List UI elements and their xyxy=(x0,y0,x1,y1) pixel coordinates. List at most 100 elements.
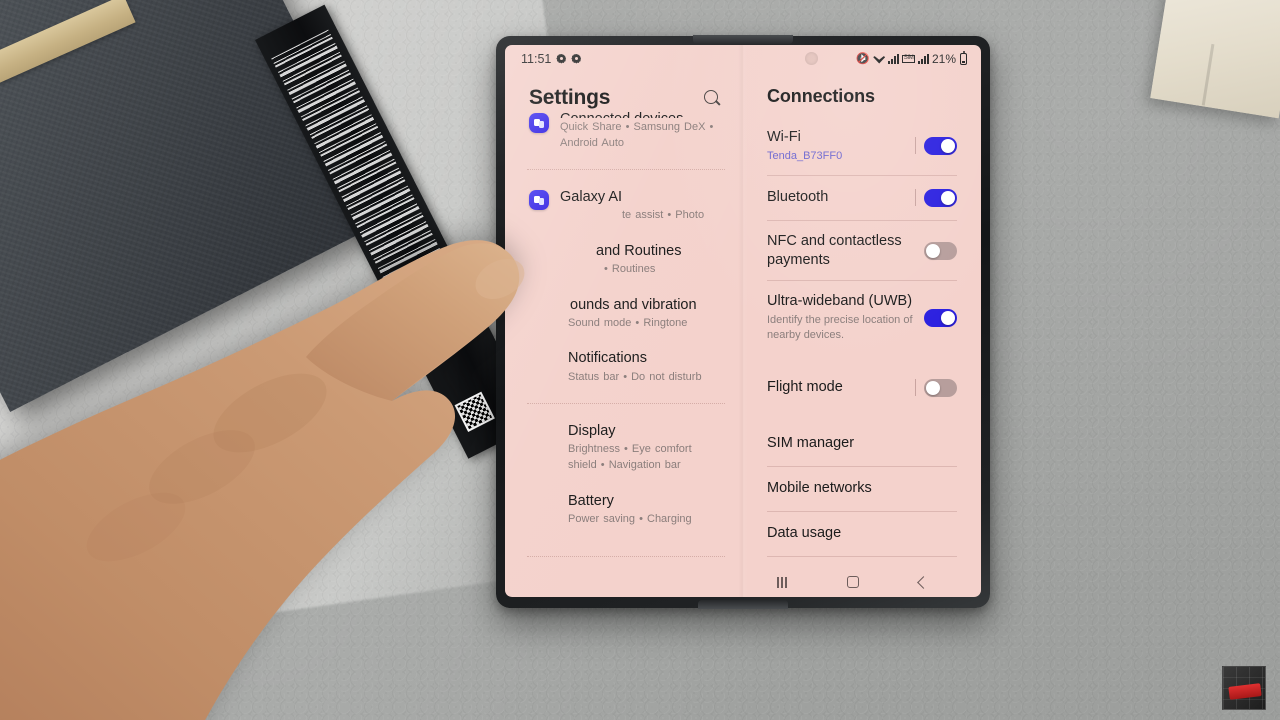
row-title: Wi-Fi xyxy=(767,129,801,145)
connections-row-wifi[interactable]: Wi-Fi Tenda_B73FF0 xyxy=(761,117,959,175)
settings-item-subtitle: • Routines xyxy=(604,263,656,276)
row-text: Bluetooth xyxy=(767,188,828,207)
settings-divider xyxy=(527,556,725,558)
battery-percent-label: 21% xyxy=(931,51,956,66)
settings-item-subtitle: Sound mode • Ringtone xyxy=(568,316,688,329)
front-camera-punch-hole xyxy=(804,52,818,65)
settings-item-subtitle: Brightness • Eye comfort shield • Naviga… xyxy=(568,443,692,471)
row-title: Mobile networks xyxy=(767,480,872,497)
hinge-notch-bottom xyxy=(698,600,788,609)
settings-item-notifications[interactable]: Notifications Status bar • Do not distur… xyxy=(527,340,727,394)
row-text: Flight mode xyxy=(767,378,843,397)
watermark-thumbnail xyxy=(1222,666,1266,710)
settings-item-subtitle: Power saving • Charging xyxy=(568,512,692,525)
hinge-notch-top xyxy=(693,35,793,44)
mute-icon: 🔇 xyxy=(856,53,871,65)
page-title: Settings xyxy=(529,86,611,109)
settings-item-text: Battery Power saving • Charging xyxy=(560,492,723,528)
toggle-group xyxy=(915,188,957,207)
connections-header: Connections xyxy=(761,72,959,117)
settings-item-display[interactable]: Display Brightness • Eye comfort shield … xyxy=(527,413,727,482)
home-icon[interactable] xyxy=(846,576,859,588)
nfc-toggle[interactable] xyxy=(924,241,957,260)
settings-item-text: Notifications Status bar • Do not distur… xyxy=(560,349,723,385)
settings-item-text: ounds and vibration Sound mode • Rington… xyxy=(560,296,723,332)
battery-icon xyxy=(960,51,967,65)
device-screen: 11:51 🔇 SIM 21% Settings Quick Share • S… xyxy=(505,45,981,597)
connections-row-uwb[interactable]: Ultra-wideband (UWB) Identify the precis… xyxy=(761,281,959,354)
wifi-icon xyxy=(873,54,885,64)
toggle-knob xyxy=(926,243,940,258)
toggle-group xyxy=(924,308,957,327)
connections-row-nfc[interactable]: NFC and contactless payments xyxy=(761,221,959,281)
sim-badge-icon: SIM xyxy=(902,54,915,63)
flight-mode-toggle[interactable] xyxy=(924,378,957,397)
connections-row-flight-mode[interactable]: Flight mode xyxy=(761,366,959,410)
toggle-separator xyxy=(915,137,916,155)
recents-icon[interactable] xyxy=(777,576,787,588)
foldable-phone-device: 11:51 🔇 SIM 21% Settings Quick Share • S… xyxy=(496,35,990,609)
row-title: SIM manager xyxy=(767,435,855,452)
settings-item-text: Connected devices Quick Share • Samsung … xyxy=(560,111,723,151)
settings-item-subtitle: Quick Share • Samsung DeX • Android Auto xyxy=(560,121,714,149)
row-subtitle: Identify the precise location of nearby … xyxy=(767,314,913,342)
settings-item-text: Display Brightness • Eye comfort shield … xyxy=(560,422,723,473)
connections-pane: Connections Wi-Fi Tenda_B73FF0 Bluetooth… xyxy=(743,72,981,567)
settings-item-title: Connected devices xyxy=(560,111,723,118)
uwb-toggle[interactable] xyxy=(924,308,957,327)
settings-item-title: Galaxy AI xyxy=(560,189,623,206)
row-title: Ultra-wideband (UWB) xyxy=(767,293,913,310)
status-bar-right: 🔇 SIM 21% xyxy=(856,51,967,66)
settings-item-text: and Routines • Routines xyxy=(560,242,723,278)
toggle-group xyxy=(915,136,957,155)
signal-bars-icon xyxy=(888,53,900,64)
settings-item-text: Galaxy AI te assist • Photo xyxy=(560,188,723,224)
settings-item-title: Battery xyxy=(568,492,614,509)
row-title: Bluetooth xyxy=(767,189,829,206)
settings-item-galaxy-ai[interactable]: Galaxy AI te assist • Photo xyxy=(527,179,727,233)
connections-row-data-usage[interactable]: Data usage xyxy=(761,512,959,556)
wifi-toggle[interactable] xyxy=(924,136,957,155)
toggle-separator xyxy=(915,189,916,207)
settings-item-sounds-and-vibration[interactable]: ounds and vibration Sound mode • Rington… xyxy=(527,287,727,341)
row-title: Flight mode xyxy=(767,379,843,396)
status-bar-left: 11:51 xyxy=(521,52,581,66)
toggle-knob xyxy=(941,310,955,325)
row-text: Mobile networks xyxy=(767,479,872,498)
settings-item-title: and Routines xyxy=(596,242,682,259)
gear-icon xyxy=(556,54,566,64)
settings-item-modes-and-routines[interactable]: and Routines • Routines xyxy=(527,233,727,287)
connections-page-title: Connections xyxy=(767,86,875,106)
android-navigation-bar xyxy=(505,567,981,597)
settings-item-title: Display xyxy=(568,423,616,440)
search-icon[interactable] xyxy=(704,89,721,107)
connections-row-bluetooth[interactable]: Bluetooth xyxy=(761,176,959,220)
row-title: NFC and contactless payments xyxy=(767,232,902,268)
toggle-knob xyxy=(926,380,940,395)
settings-item-connected-devices[interactable]: Connected devices Quick Share • Samsung … xyxy=(527,111,727,160)
galaxy-ai-icon xyxy=(529,190,549,211)
settings-item-subtitle: Status bar • Do not disturb xyxy=(568,370,702,383)
split-screen-panes: Settings Connected devices Quick Share •… xyxy=(505,72,981,567)
corner-object xyxy=(1150,0,1280,119)
row-text: Wi-Fi Tenda_B73FF0 xyxy=(767,128,842,164)
connections-row-sim-manager[interactable]: SIM manager xyxy=(761,422,959,466)
back-icon[interactable] xyxy=(916,575,930,589)
settings-item-battery[interactable]: Battery Power saving • Charging xyxy=(527,483,727,537)
row-text: NFC and contactless payments xyxy=(767,232,914,270)
connections-row-mobile-hotspot-tethering[interactable]: Mobile Hotspot and Tethering xyxy=(761,557,959,567)
settings-divider xyxy=(527,403,725,405)
row-text: Data usage xyxy=(767,524,841,543)
row-subtitle: Tenda_B73FF0 xyxy=(767,149,843,162)
corner-object-seam xyxy=(1201,43,1215,106)
toggle-knob xyxy=(941,190,955,205)
bluetooth-toggle[interactable] xyxy=(924,188,957,207)
photo-scene: Galaxy Z Fold6 11:51 🔇 xyxy=(0,0,1280,720)
status-bar: 11:51 🔇 SIM 21% xyxy=(505,45,981,72)
signal-bars-icon xyxy=(917,53,929,64)
toggle-knob xyxy=(941,138,955,153)
settings-list: Connected devices Quick Share • Samsung … xyxy=(527,111,727,558)
connections-row-mobile-networks[interactable]: Mobile networks xyxy=(761,467,959,511)
